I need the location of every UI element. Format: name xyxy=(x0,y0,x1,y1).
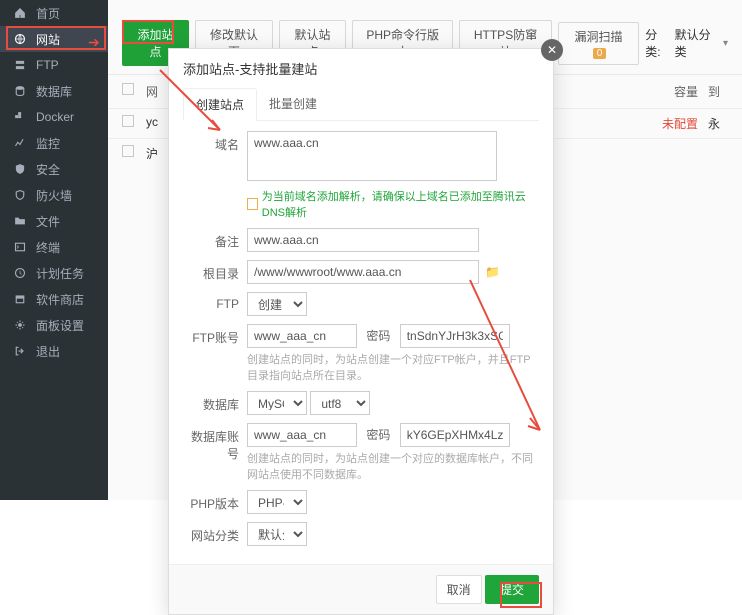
label-db: 数据库 xyxy=(189,391,247,413)
label-php: PHP版本 xyxy=(189,490,247,512)
annotation-arrow: ➔ xyxy=(88,34,100,51)
db-hint: 创建站点的同时，为站点创建一个对应的数据库帐户，不同网站点使用不同数据库。 xyxy=(247,450,533,482)
submit-button[interactable]: 提交 xyxy=(485,575,539,604)
label-ftp-pwd: 密码 xyxy=(366,329,390,343)
category-select[interactable]: 默认分类 xyxy=(247,522,307,546)
db-charset-select[interactable]: utf8 xyxy=(310,391,370,415)
remark-input[interactable] xyxy=(247,228,479,252)
label-root: 根目录 xyxy=(189,260,247,282)
label-db-pwd: 密码 xyxy=(366,428,390,442)
modal-tabs: 创建站点 批量创建 xyxy=(183,88,539,121)
modal-title: 添加站点-支持批量建站 xyxy=(169,49,553,88)
db-user-input[interactable] xyxy=(247,423,357,447)
dns-hint: 为当前域名添加解析，请确保以上域名已添加至腾讯云DNS解析 xyxy=(247,188,533,220)
modal-footer: 取消 提交 xyxy=(169,564,553,614)
ftp-select[interactable]: 创建 xyxy=(247,292,307,316)
label-category: 网站分类 xyxy=(189,522,247,544)
root-input[interactable] xyxy=(247,260,479,284)
label-remark: 备注 xyxy=(189,228,247,250)
tab-create-site[interactable]: 创建站点 xyxy=(183,88,257,121)
db-pwd-input[interactable] xyxy=(400,423,510,447)
label-db-acct: 数据库账号 xyxy=(189,423,247,462)
site-form: 域名 www.aaa.cn 为当前域名添加解析，请确保以上域名已添加至腾讯云DN… xyxy=(169,121,553,564)
cancel-button[interactable]: 取消 xyxy=(436,575,482,604)
php-select[interactable]: PHP-74 xyxy=(247,490,307,514)
label-domain: 域名 xyxy=(189,131,247,153)
tab-batch-create[interactable]: 批量创建 xyxy=(257,88,329,120)
label-ftp-acct: FTP账号 xyxy=(189,324,247,346)
dns-checkbox[interactable] xyxy=(247,198,258,210)
ftp-pwd-input[interactable] xyxy=(400,324,510,348)
add-site-modal: ✕ 添加站点-支持批量建站 创建站点 批量创建 域名 www.aaa.cn 为当… xyxy=(168,48,554,615)
label-ftp: FTP xyxy=(189,292,247,311)
ftp-user-input[interactable] xyxy=(247,324,357,348)
db-select[interactable]: MySQL xyxy=(247,391,307,415)
close-icon[interactable]: ✕ xyxy=(541,39,563,61)
ftp-hint: 创建站点的同时，为站点创建一个对应FTP帐户，并且FTP目录指向站点所在目录。 xyxy=(247,351,533,383)
domain-input[interactable]: www.aaa.cn xyxy=(247,131,497,181)
folder-browse-icon[interactable]: 📁 xyxy=(485,265,500,279)
